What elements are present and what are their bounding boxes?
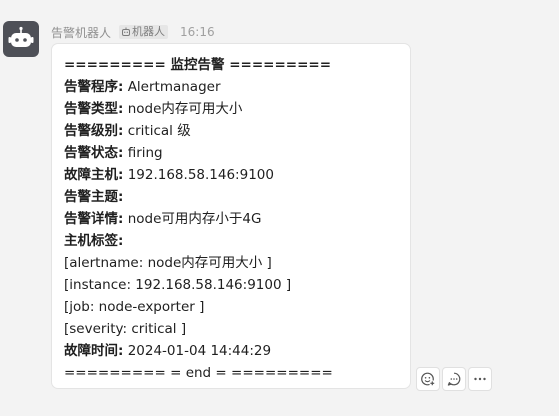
field-host: 故障主机: 192.168.58.146:9100 [64, 164, 410, 186]
message-bubble[interactable]: ========= 监控告警 ========= 告警程序: Alertmana… [51, 43, 411, 389]
field-label: 告警主题: [64, 189, 124, 205]
reply-button[interactable] [442, 367, 466, 391]
sender-name[interactable]: 告警机器人 [51, 24, 111, 41]
alert-end-line: ========= = end = ========= [64, 365, 333, 381]
add-reaction-button[interactable] [416, 367, 440, 391]
field-label: 故障时间: [64, 343, 124, 359]
more-icon [474, 377, 486, 381]
field-level: 告警级别: critical 级 [64, 120, 410, 142]
field-program: 告警程序: Alertmanager [64, 76, 410, 98]
message-actions [416, 367, 492, 391]
field-label: 告警状态: [64, 145, 124, 161]
field-value: node内存可用大小 [123, 101, 243, 117]
robot-icon [8, 26, 34, 47]
alert-title-line: ========= 监控告警 ========= [64, 57, 332, 73]
bot-avatar[interactable] [3, 21, 39, 57]
robot-badge-icon [122, 27, 131, 36]
bot-badge: 机器人 [119, 25, 169, 39]
field-subject: 告警主题: [64, 186, 410, 208]
field-label: 告警级别: [64, 123, 124, 139]
field-type: 告警类型: node内存可用大小 [64, 98, 410, 120]
add-reaction-icon [421, 372, 436, 387]
field-detail: 告警详情: node可用内存小于4G [64, 208, 410, 230]
host-label-alertname: [alertname: node内存可用大小 ] [64, 255, 272, 271]
host-label-severity: [severity: critical ] [64, 321, 187, 337]
field-status: 告警状态: firing [64, 142, 410, 164]
host-label-instance: [instance: 192.168.58.146:9100 ] [64, 277, 292, 293]
field-label: 告警详情: [64, 211, 124, 227]
message-header: 告警机器人 机器人 16:16 [51, 24, 215, 40]
field-value: 2024-01-04 14:44:29 [123, 343, 272, 359]
field-fault-time: 故障时间: 2024-01-04 14:44:29 [64, 340, 410, 362]
field-label: 告警程序: [64, 79, 124, 95]
host-label-job: [job: node-exporter ] [64, 299, 205, 315]
field-label: 故障主机: [64, 167, 124, 183]
field-value: critical 级 [123, 123, 191, 139]
bot-badge-label: 机器人 [132, 25, 166, 38]
field-value: node可用内存小于4G [123, 211, 262, 227]
message-time: 16:16 [180, 25, 215, 39]
field-value: 192.168.58.146:9100 [123, 167, 274, 183]
reply-icon [447, 372, 461, 386]
field-value: Alertmanager [123, 79, 221, 95]
field-value: firing [123, 145, 163, 161]
more-button[interactable] [468, 367, 492, 391]
host-labels-title: 主机标签: [64, 233, 124, 249]
field-label: 告警类型: [64, 101, 124, 117]
